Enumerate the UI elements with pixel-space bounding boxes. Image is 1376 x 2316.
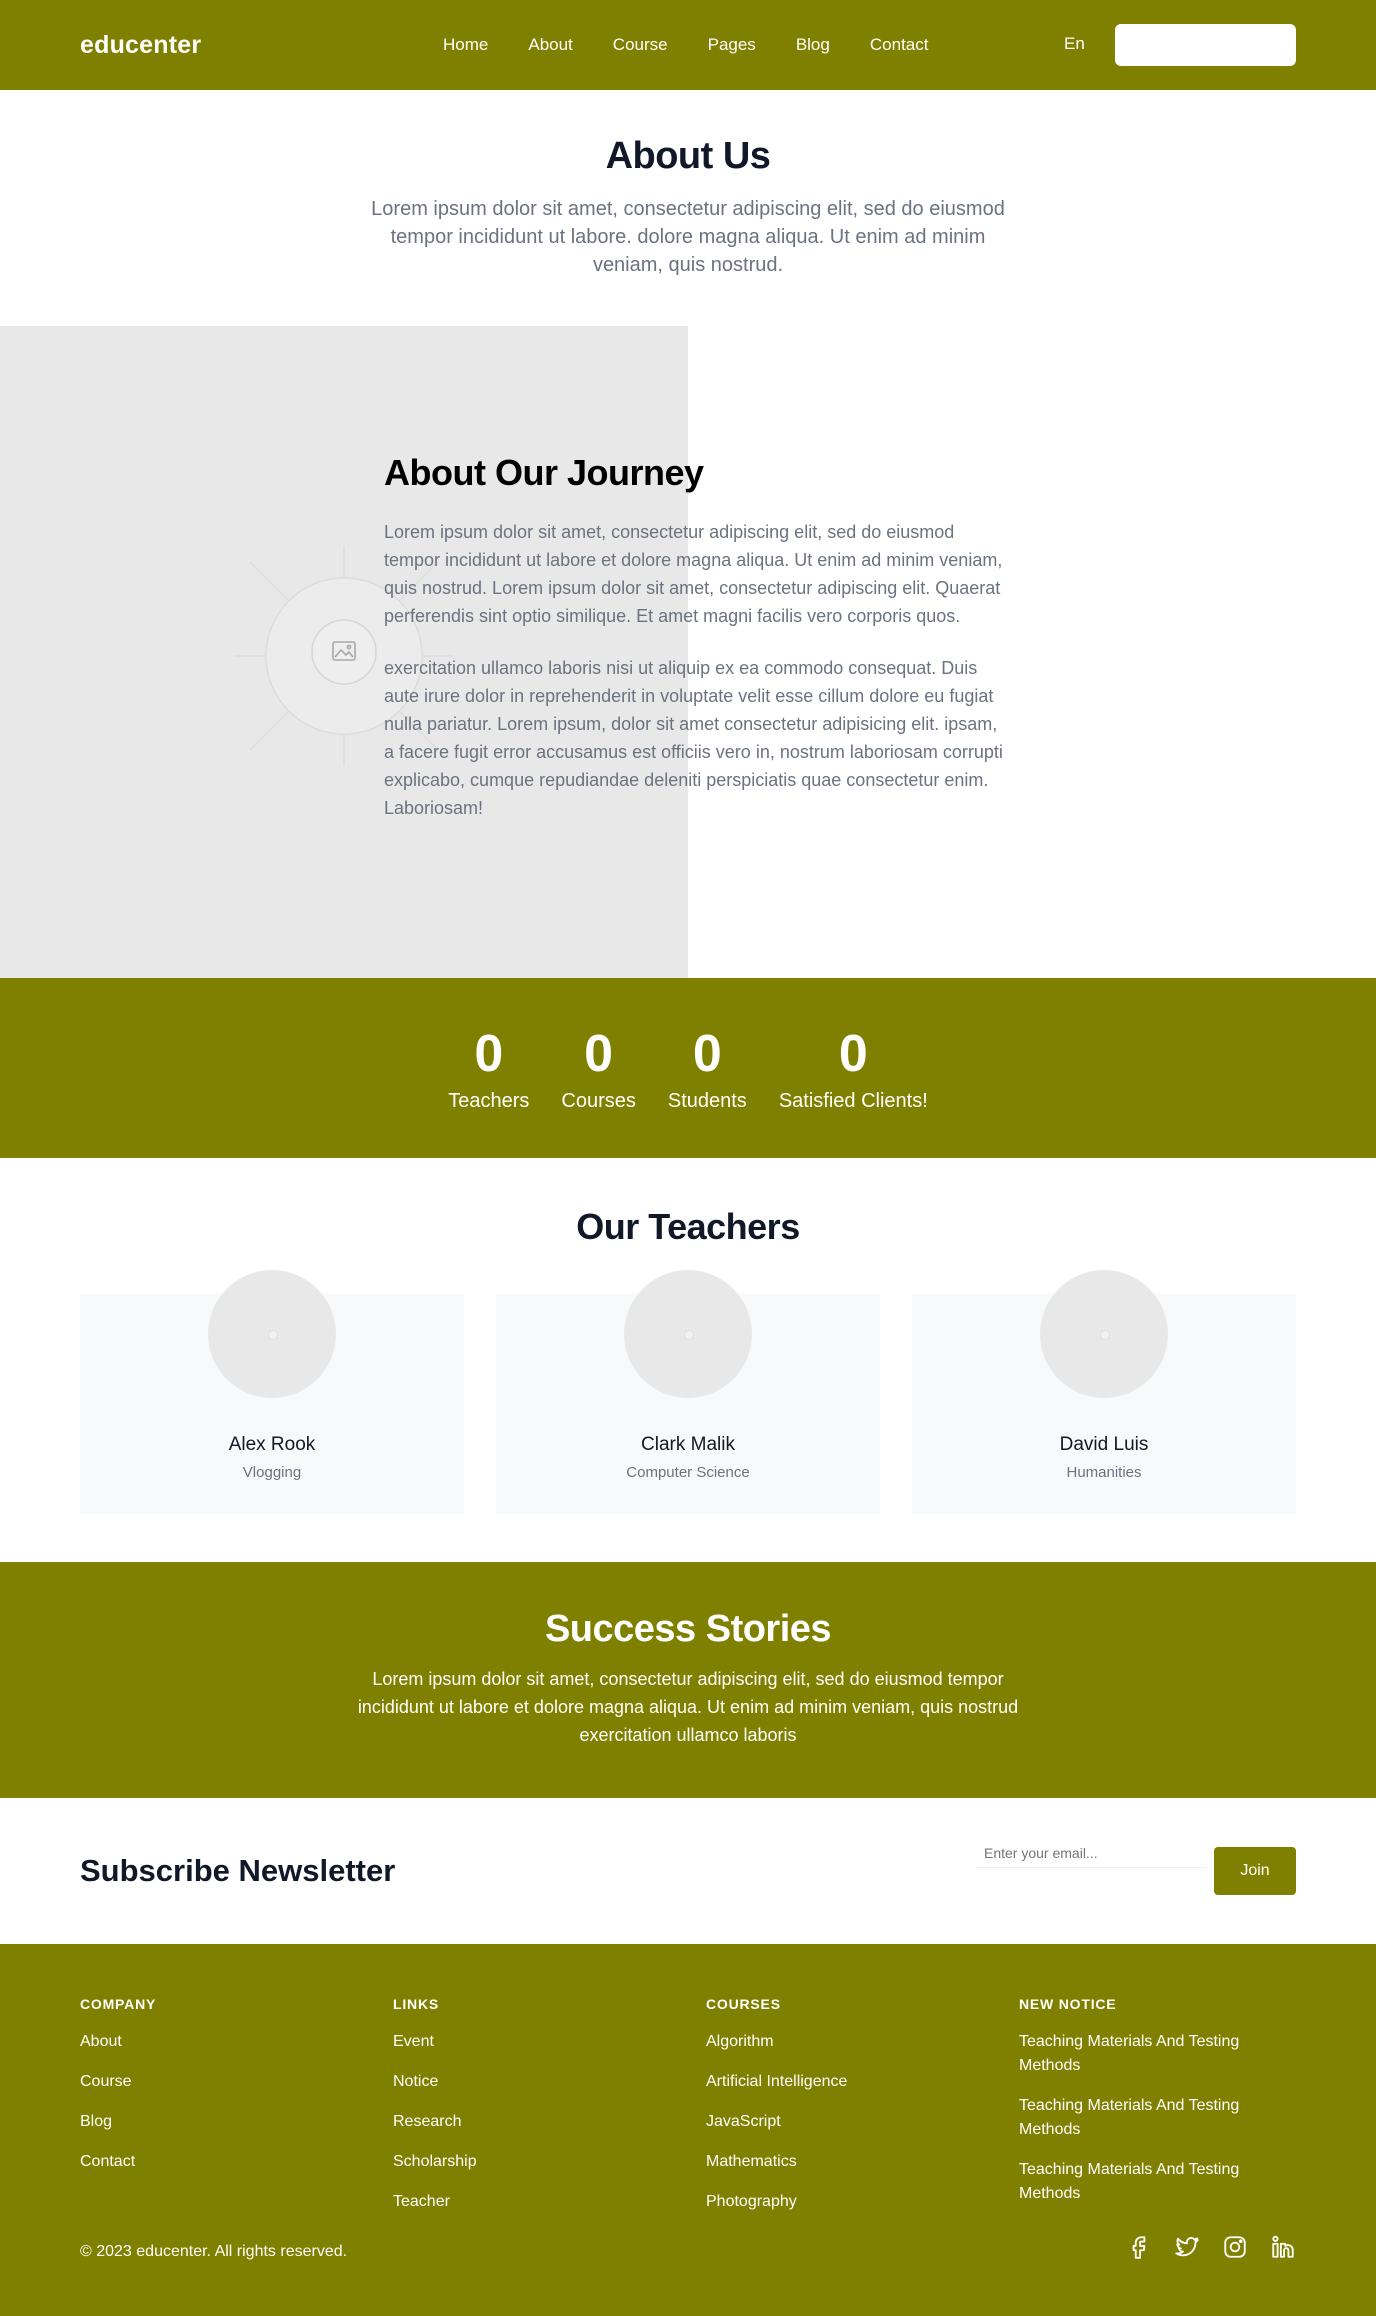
instagram-icon[interactable] [1222,2234,1248,2260]
notice-item[interactable]: Teaching Materials And Testing Methods [1019,2094,1279,2142]
linkedin-icon[interactable] [1270,2234,1296,2260]
nav-contact[interactable]: Contact [870,35,929,55]
footer-column-company: COMPANY About Course Blog Contact [80,1996,156,2190]
stat-satisfied-clients: 0 Satisfied Clients! [779,1024,928,1113]
social-links [1126,2234,1296,2260]
teacher-role: Vlogging [242,1464,302,1481]
footer-heading: NEW NOTICE [1019,1996,1117,2012]
teacher-avatar [1040,1270,1168,1398]
join-button[interactable]: Join [1214,1847,1296,1895]
footer-column-notice: NEW NOTICE Teaching Materials And Testin… [1019,1996,1279,2222]
footer-link-notice[interactable]: Notice [393,2070,477,2093]
teacher-name: Alex Rook [228,1434,316,1455]
nav-about[interactable]: About [528,35,572,55]
stat-label: Teachers [448,1089,530,1112]
stat-value: 0 [584,1024,614,1083]
teacher-role: Humanities [1066,1464,1142,1481]
footer-link-teacher[interactable]: Teacher [393,2190,477,2213]
footer-link-event[interactable]: Event [393,2030,477,2053]
stats-section: 0 Teachers 0 Courses 0 Students 0 Satisf… [0,978,1376,1158]
site-footer: COMPANY About Course Blog Contact LINKS … [0,1944,1376,2316]
notice-item[interactable]: Teaching Materials And Testing Methods [1019,2158,1279,2206]
teacher-name: Clark Malik [641,1434,735,1455]
journey-title: About Our Journey [384,452,704,493]
nav-home[interactable]: Home [443,35,488,55]
facebook-icon[interactable] [1126,2234,1152,2260]
journey-paragraph-2: exercitation ullamco laboris nisi ut ali… [384,658,1003,818]
about-us-section: About Us Lorem ipsum dolor sit amet, con… [0,90,1376,326]
footer-link-ai[interactable]: Artificial Intelligence [706,2070,847,2093]
nav-course[interactable]: Course [613,35,668,55]
page-title: About Us [605,135,771,177]
teacher-card[interactable]: David Luis Humanities [912,1270,1296,1514]
teacher-avatar [208,1270,336,1398]
footer-heading: LINKS [393,1996,439,2012]
success-stories-section: Success Stories Lorem ipsum dolor sit am… [0,1562,1376,1798]
stat-value: 0 [838,1024,868,1083]
newsletter-section: Subscribe Newsletter Join [0,1798,1376,1944]
twitter-icon[interactable] [1174,2234,1200,2260]
email-field[interactable] [976,1838,1206,1868]
stat-value: 0 [474,1024,504,1083]
newsletter-title: Subscribe Newsletter [80,1853,396,1888]
footer-link-javascript[interactable]: JavaScript [706,2110,847,2133]
teacher-card[interactable]: Clark Malik Computer Science [496,1270,880,1514]
teacher-role: Computer Science [626,1464,750,1481]
success-text: Lorem ipsum dolor sit amet, consectetur … [357,1669,1019,1745]
footer-link-course[interactable]: Course [80,2070,156,2093]
stat-students: 0 Students [668,1024,747,1113]
stat-label: Courses [561,1089,636,1112]
footer-link-about[interactable]: About [80,2030,156,2053]
nav-pages[interactable]: Pages [708,35,756,55]
teacher-card[interactable]: Alex Rook Vlogging [80,1270,464,1514]
stat-teachers: 0 Teachers [448,1024,529,1113]
main-nav: Home About Course Pages Blog Contact [443,0,928,90]
footer-link-scholarship[interactable]: Scholarship [393,2150,477,2173]
logo[interactable]: educenter [80,31,201,60]
teachers-title: Our Teachers [576,1206,800,1247]
footer-link-research[interactable]: Research [393,2110,477,2133]
footer-link-photography[interactable]: Photography [706,2190,847,2213]
footer-column-links: LINKS Event Notice Research Scholarship … [393,1996,477,2230]
teacher-name: David Luis [1059,1434,1149,1455]
footer-link-algorithm[interactable]: Algorithm [706,2030,847,2053]
header-action-button[interactable] [1115,24,1296,66]
stat-label: Students [667,1089,747,1112]
language-selector[interactable]: En [1064,34,1085,54]
footer-link-mathematics[interactable]: Mathematics [706,2150,847,2173]
copyright: © 2023 educenter. All rights reserved. [80,2243,348,2260]
footer-link-blog[interactable]: Blog [80,2110,156,2133]
journey-content: About Our Journey Lorem ipsum dolor sit … [384,452,1004,822]
stat-label: Satisfied Clients! [778,1089,928,1112]
site-header: educenter Home About Course Pages Blog C… [0,0,1376,90]
stat-courses: 0 Courses [561,1024,635,1113]
footer-heading: COMPANY [80,1996,157,2012]
about-us-text: Lorem ipsum dolor sit amet, consectetur … [371,198,1005,276]
stat-value: 0 [692,1024,722,1083]
notice-item[interactable]: Teaching Materials And Testing Methods [1019,2030,1279,2078]
teachers-section: Our Teachers Alex Rook Vlogging Clark Ma… [0,1158,1376,1562]
nav-blog[interactable]: Blog [796,35,830,55]
journey-paragraph-1: Lorem ipsum dolor sit amet, consectetur … [384,522,1003,626]
footer-column-courses: COURSES Algorithm Artificial Intelligenc… [706,1996,847,2230]
journey-section: About Our Journey Lorem ipsum dolor sit … [0,326,1376,978]
footer-heading: COURSES [706,1996,781,2012]
teacher-avatar [624,1270,752,1398]
footer-link-contact[interactable]: Contact [80,2150,156,2173]
success-title: Success Stories [544,1608,832,1650]
